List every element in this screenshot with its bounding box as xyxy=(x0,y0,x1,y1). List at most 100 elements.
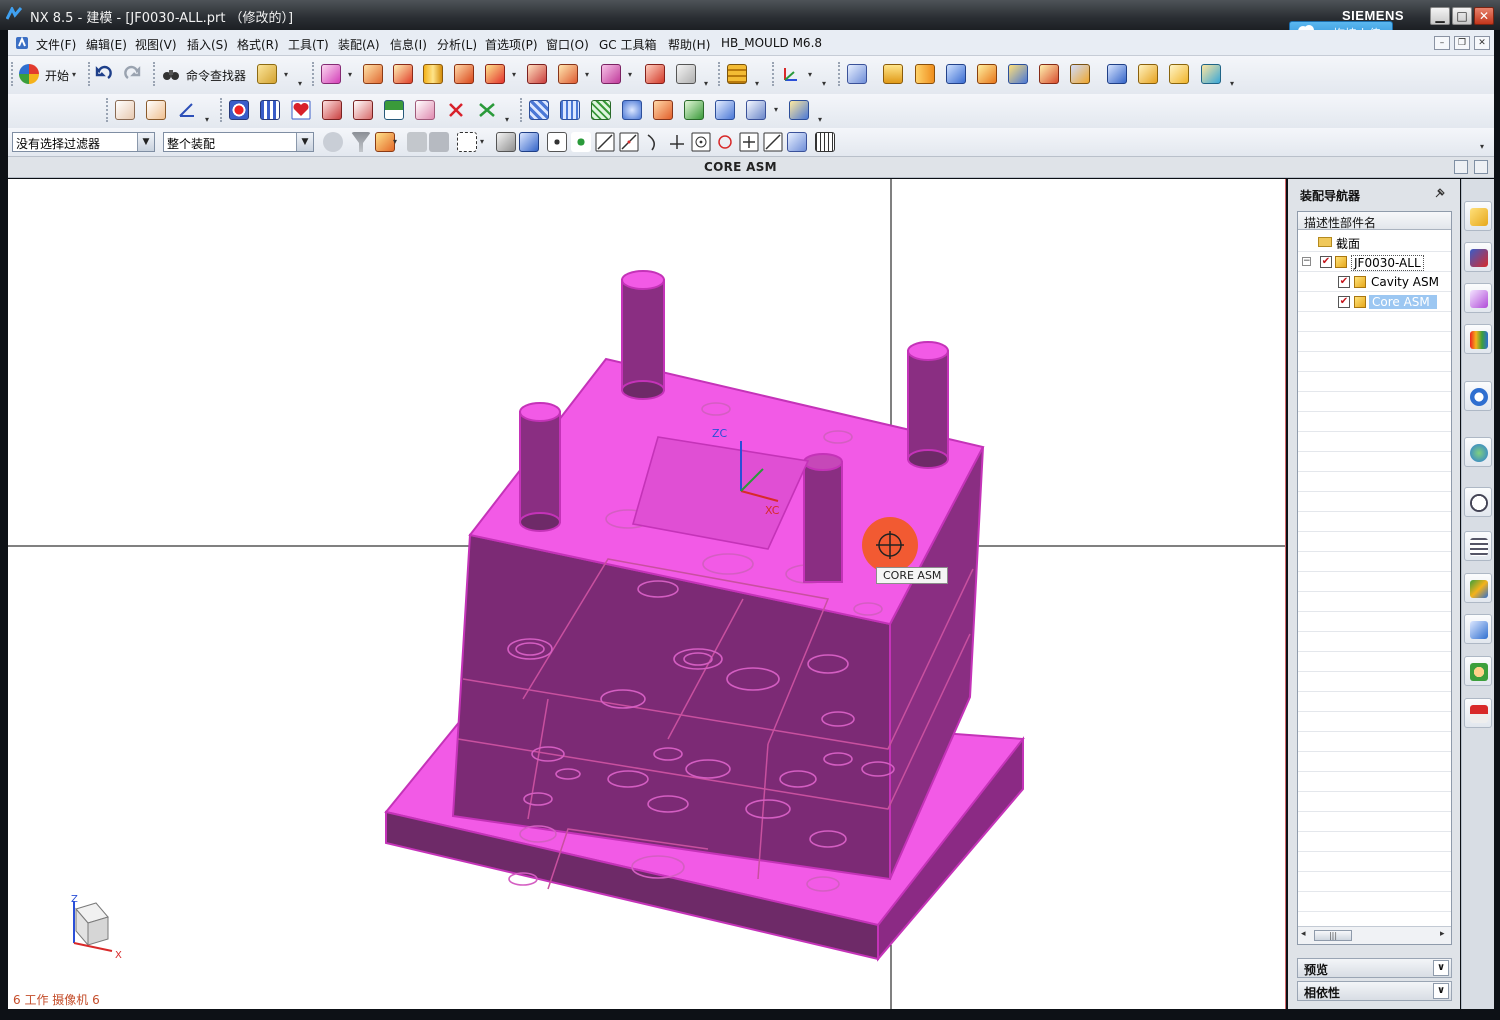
toolbar-grip[interactable] xyxy=(838,62,841,86)
sketch-button[interactable] xyxy=(844,61,870,87)
edit-section-button[interactable] xyxy=(319,97,345,123)
dropdown-icon[interactable]: ▾ xyxy=(348,71,356,79)
mesh-surface-button[interactable] xyxy=(557,97,583,123)
dropdown-icon[interactable]: ▾ xyxy=(393,138,401,146)
history-tab[interactable] xyxy=(1464,487,1492,517)
web-browser-tab[interactable] xyxy=(1464,437,1492,467)
menu-tools[interactable]: 工具(T) xyxy=(288,36,329,53)
render-style-button[interactable] xyxy=(226,97,252,123)
clear-section-button[interactable] xyxy=(443,97,469,123)
select-bodies-button[interactable] xyxy=(426,129,452,155)
snap-settings-button[interactable] xyxy=(812,129,838,155)
view-maximize-button[interactable] xyxy=(1474,160,1488,174)
offset-surface-button[interactable] xyxy=(712,97,738,123)
horizontal-scrollbar[interactable]: ◂ ||| ▸ xyxy=(1298,926,1451,944)
line-snap-button[interactable] xyxy=(592,129,618,155)
component-array-button[interactable] xyxy=(555,61,581,87)
undo-button[interactable] xyxy=(90,61,116,87)
dropdown-icon[interactable]: ▾ xyxy=(774,106,782,114)
toolbar-options-icon[interactable]: ▾ xyxy=(1230,80,1238,88)
system-scenes-tab[interactable] xyxy=(1464,698,1492,728)
bounded-plane-button[interactable] xyxy=(619,97,645,123)
roles-tab[interactable] xyxy=(1464,656,1492,686)
sequence-button[interactable] xyxy=(673,61,699,87)
wave-link-button[interactable] xyxy=(420,61,446,87)
dropdown-icon[interactable]: ▾ xyxy=(480,138,488,146)
existing-point-snap-button[interactable] xyxy=(736,129,762,155)
point-on-curve-snap-button[interactable] xyxy=(760,129,786,155)
menu-view[interactable]: 视图(V) xyxy=(135,36,177,53)
end-point-snap-button[interactable] xyxy=(544,129,570,155)
sew-button[interactable] xyxy=(681,97,707,123)
toolbar-grip[interactable] xyxy=(772,62,775,86)
menu-gc-toolkit[interactable]: GC 工具箱 xyxy=(599,36,657,53)
sweep-button[interactable] xyxy=(943,61,969,87)
pocket-button[interactable] xyxy=(1036,61,1062,87)
move-component-button[interactable] xyxy=(598,61,624,87)
system-materials-tab[interactable] xyxy=(1464,531,1492,561)
hole-button[interactable] xyxy=(974,61,1000,87)
curve-button[interactable] xyxy=(786,97,812,123)
scroll-left-icon[interactable]: ◂ xyxy=(1301,929,1306,939)
surface-button[interactable] xyxy=(526,97,552,123)
preview-panel-header[interactable]: 预览 ∨ xyxy=(1297,958,1452,978)
menu-file[interactable]: 文件(F) xyxy=(36,36,76,53)
arc-center-snap-button[interactable] xyxy=(688,129,714,155)
close-button[interactable]: ✕ xyxy=(1474,7,1494,25)
intersection-snap-button[interactable] xyxy=(664,129,690,155)
new-component-button[interactable] xyxy=(360,61,386,87)
explosion-view-button[interactable] xyxy=(524,61,550,87)
chevron-down-icon[interactable]: ∨ xyxy=(1433,983,1449,999)
tree-item-root-assembly[interactable]: − ✔ JF0030-ALL xyxy=(1298,252,1451,272)
type-filter-dropdown[interactable]: 没有选择过滤器 ▼ xyxy=(12,132,155,152)
reuse-library-tab[interactable] xyxy=(1464,324,1492,354)
dropdown-icon[interactable]: ▾ xyxy=(512,71,520,79)
pin-icon[interactable] xyxy=(1434,187,1446,199)
selection-scope-dropdown[interactable]: 整个装配 ▼ xyxy=(163,132,314,152)
collapse-icon[interactable]: − xyxy=(1302,257,1311,266)
assembly-tree[interactable]: 描述性部件名 截面 − ✔ JF0030-ALL ✔ Cavity ASM ✔ … xyxy=(1297,211,1452,945)
plane-view-button[interactable] xyxy=(412,97,438,123)
add-component-button[interactable] xyxy=(318,61,344,87)
document-restore-button[interactable]: ❐ xyxy=(1454,36,1470,50)
command-finder-label[interactable]: 命令查找器 xyxy=(186,67,246,84)
check-clearance-button[interactable] xyxy=(642,61,668,87)
mid-point-snap-button[interactable] xyxy=(568,129,594,155)
menu-edit[interactable]: 编辑(E) xyxy=(86,36,127,53)
toolbar-options-icon[interactable]: ▾ xyxy=(822,80,830,88)
annotation-button[interactable] xyxy=(143,97,169,123)
dimension-button[interactable] xyxy=(112,97,138,123)
reposition-component-button[interactable] xyxy=(451,61,477,87)
toolbar-grip[interactable] xyxy=(220,98,223,122)
command-finder-button[interactable] xyxy=(158,61,184,87)
menu-help[interactable]: 帮助(H) xyxy=(668,36,710,53)
chamfer-button[interactable] xyxy=(1135,61,1161,87)
arc-snap-button[interactable] xyxy=(640,129,666,155)
menu-window[interactable]: 窗口(O) xyxy=(546,36,589,53)
select-solids-button[interactable] xyxy=(516,129,542,155)
manufacturing-wizard-tab[interactable] xyxy=(1464,614,1492,644)
point-on-surface-snap-button[interactable] xyxy=(784,129,810,155)
visibility-checkbox[interactable]: ✔ xyxy=(1338,276,1350,288)
quadrant-snap-button[interactable] xyxy=(712,129,738,155)
menu-assembly[interactable]: 装配(A) xyxy=(338,36,380,53)
layer-settings-button[interactable] xyxy=(724,61,750,87)
ruled-surface-button[interactable] xyxy=(588,97,614,123)
toolbar-grip[interactable] xyxy=(312,62,315,86)
unite-button[interactable] xyxy=(1067,61,1093,87)
dropdown-icon[interactable]: ▾ xyxy=(808,71,816,79)
mirror-assembly-button[interactable] xyxy=(390,61,416,87)
document-close-button[interactable]: ✕ xyxy=(1474,36,1490,50)
assembly-navigator-tab[interactable] xyxy=(1464,201,1492,231)
column-header-part-name[interactable]: 描述性部件名 xyxy=(1298,212,1451,230)
toolbar-options-icon[interactable]: ▾ xyxy=(818,116,826,124)
menu-preferences[interactable]: 首选项(P) xyxy=(485,36,538,53)
tree-item-cavity-asm[interactable]: ✔ Cavity ASM xyxy=(1298,272,1451,292)
graphics-window[interactable]: ZC XC Z X CORE ASM 6 工作 摄像机 6 xyxy=(8,179,1286,1009)
mold-model[interactable]: ZC XC Z X xyxy=(8,179,1286,1009)
assembly-constraint-button[interactable] xyxy=(482,61,508,87)
toolbar-options-icon[interactable]: ▾ xyxy=(1480,143,1488,151)
favorite-view-button[interactable] xyxy=(288,97,314,123)
visibility-checkbox[interactable]: ✔ xyxy=(1320,256,1332,268)
document-minimize-button[interactable]: – xyxy=(1434,36,1450,50)
